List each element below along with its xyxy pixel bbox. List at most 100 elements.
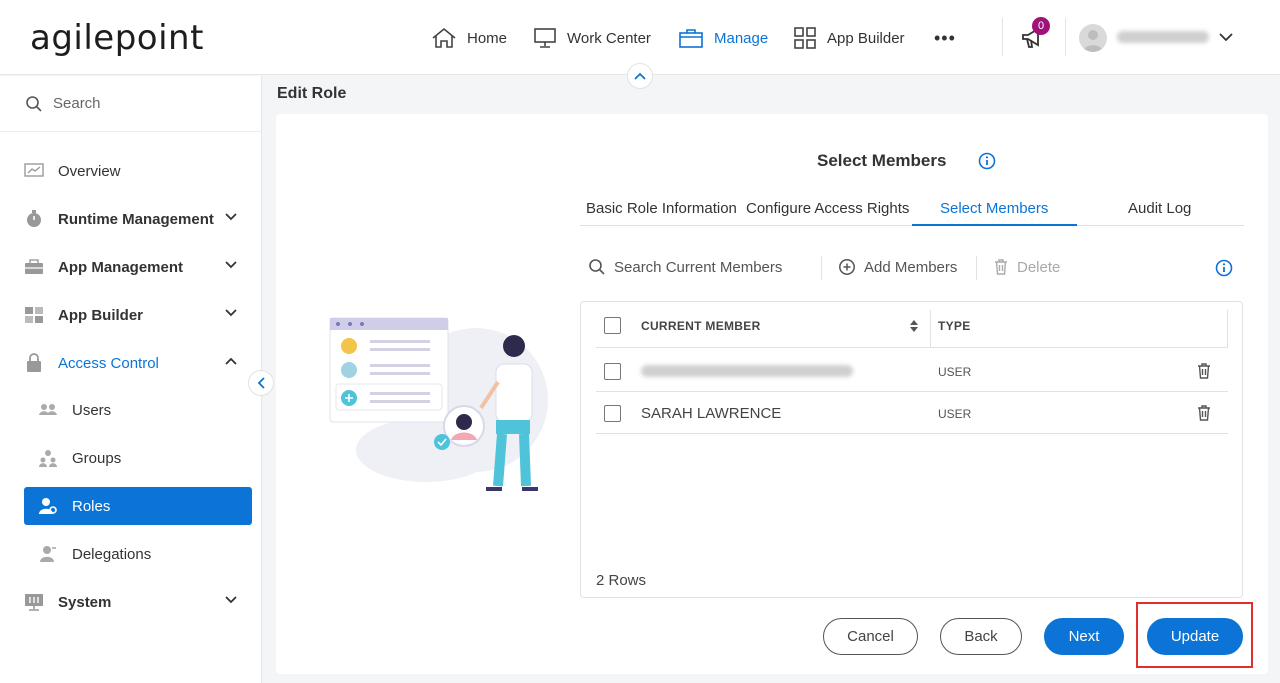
tab-select-members[interactable]: Select Members — [940, 200, 1048, 217]
column-header-type[interactable]: TYPE — [938, 319, 971, 333]
plus-circle-icon — [839, 259, 855, 275]
chevron-down-icon — [225, 309, 237, 317]
search-members-placeholder: Search Current Members — [614, 258, 783, 276]
collapse-header-button[interactable] — [627, 63, 653, 89]
info-icon[interactable] — [978, 152, 996, 170]
sidebar-item-system[interactable]: System — [24, 583, 252, 621]
system-icon — [24, 592, 44, 612]
tab-audit-log[interactable]: Audit Log — [1128, 200, 1191, 217]
sort-icon[interactable] — [909, 319, 919, 333]
blocks-icon — [24, 305, 44, 325]
back-button[interactable]: Back — [940, 618, 1022, 655]
nav-home[interactable]: Home — [431, 24, 507, 52]
wizard-tabs: Basic Role Information Configure Access … — [580, 196, 1244, 226]
users-icon — [38, 400, 58, 420]
info-icon[interactable] — [1215, 259, 1233, 277]
next-button[interactable]: Next — [1044, 618, 1124, 655]
agilepoint-logo[interactable]: agilepoint — [30, 18, 204, 58]
monitor-icon — [534, 28, 556, 48]
trash-icon — [995, 259, 1007, 275]
user-avatar-icon — [1083, 30, 1103, 52]
sidebar: Search Overview Runtime Management App M… — [0, 76, 262, 683]
nav-manage[interactable]: Manage — [678, 24, 768, 52]
home-icon — [432, 27, 456, 48]
delete-label: Delete — [1017, 258, 1061, 276]
sidebar-item-roles[interactable]: Roles — [24, 487, 252, 525]
lock-icon — [24, 353, 44, 373]
table-row[interactable]: SARAH LAWRENCE USER — [596, 392, 1228, 434]
delete-button[interactable]: Delete — [993, 258, 1060, 276]
member-type: USER — [938, 365, 972, 379]
nav-app-builder-label: App Builder — [827, 29, 905, 47]
delegation-icon — [38, 544, 58, 564]
sidebar-item-app-management[interactable]: App Management — [24, 248, 252, 286]
table-row[interactable]: USER — [596, 350, 1228, 392]
section-title: Select Members — [817, 151, 947, 170]
member-name: SARAH LAWRENCE — [641, 405, 782, 422]
sidebar-item-label: Groups — [72, 449, 122, 467]
toolbar-divider — [821, 256, 822, 280]
add-members-button[interactable]: Add Members — [838, 258, 957, 276]
grid-header: CURRENT MEMBER TYPE — [596, 302, 1228, 348]
row-checkbox[interactable] — [604, 363, 621, 380]
sidebar-item-users[interactable]: Users — [24, 391, 252, 429]
sidebar-item-delegations[interactable]: Delegations — [24, 535, 252, 573]
nav-work-center[interactable]: Work Center — [533, 24, 651, 52]
sidebar-item-label: Roles — [72, 497, 111, 515]
sidebar-item-label: Access Control — [58, 354, 159, 372]
nav-home-label: Home — [467, 29, 508, 47]
chevron-up-icon — [225, 357, 237, 365]
roles-icon — [38, 496, 58, 516]
active-tab-indicator — [912, 224, 1077, 226]
user-menu-chevron[interactable] — [1218, 30, 1234, 49]
update-highlight-box — [1136, 602, 1253, 668]
select-all-checkbox[interactable] — [604, 317, 621, 334]
search-members-input[interactable]: Search Current Members — [588, 258, 782, 276]
column-divider — [930, 310, 931, 348]
search-icon — [26, 95, 42, 112]
cancel-button[interactable]: Cancel — [823, 618, 918, 655]
avatar[interactable] — [1079, 24, 1107, 52]
more-menu-button[interactable]: ••• — [934, 28, 956, 49]
trash-icon[interactable] — [1196, 404, 1212, 422]
trash-icon[interactable] — [1196, 362, 1212, 380]
nav-app-builder[interactable]: App Builder — [793, 24, 905, 52]
nav-manage-label: Manage — [714, 29, 769, 47]
member-name-redacted — [641, 365, 853, 377]
stopwatch-icon — [24, 209, 44, 229]
header-divider — [1065, 18, 1066, 56]
notification-badge: 0 — [1032, 17, 1050, 35]
add-members-label: Add Members — [864, 258, 958, 276]
sidebar-item-app-builder[interactable]: App Builder — [24, 296, 252, 334]
sidebar-item-label: System — [58, 593, 112, 611]
page-title: Edit Role — [277, 85, 347, 102]
sidebar-item-label: Overview — [58, 162, 121, 180]
search-icon — [589, 259, 605, 275]
sidebar-item-overview[interactable]: Overview — [24, 152, 252, 190]
members-grid: CURRENT MEMBER TYPE USER SARAH LAWRENCE … — [580, 301, 1243, 598]
sidebar-item-label: App Management — [58, 258, 184, 276]
collapse-sidebar-button[interactable] — [248, 370, 274, 396]
sidebar-item-label: Delegations — [72, 545, 152, 563]
briefcase-icon — [679, 29, 703, 48]
column-header-current-member[interactable]: CURRENT MEMBER — [641, 319, 761, 333]
tab-configure-access-rights[interactable]: Configure Access Rights — [746, 200, 909, 217]
grid-icon — [794, 27, 816, 49]
sidebar-search[interactable]: Search — [0, 76, 261, 132]
chevron-up-icon — [634, 72, 646, 80]
chart-icon — [24, 161, 44, 181]
sidebar-item-label: Runtime Management — [58, 210, 214, 228]
sidebar-item-label: Users — [72, 401, 112, 419]
chevron-down-icon — [225, 596, 237, 604]
chevron-down-icon — [1219, 33, 1233, 42]
row-checkbox[interactable] — [604, 405, 621, 422]
nav-work-center-label: Work Center — [567, 29, 651, 47]
toolbar-divider — [976, 256, 977, 280]
members-toolbar: Search Current Members Add Members Delet… — [580, 252, 1244, 282]
user-name-redacted[interactable] — [1117, 31, 1209, 43]
chevron-down-icon — [225, 213, 237, 221]
sidebar-item-access-control[interactable]: Access Control — [24, 344, 252, 382]
sidebar-item-runtime-management[interactable]: Runtime Management — [24, 200, 252, 238]
sidebar-item-groups[interactable]: Groups — [24, 439, 252, 477]
tab-basic-role-information[interactable]: Basic Role Information — [586, 200, 737, 217]
